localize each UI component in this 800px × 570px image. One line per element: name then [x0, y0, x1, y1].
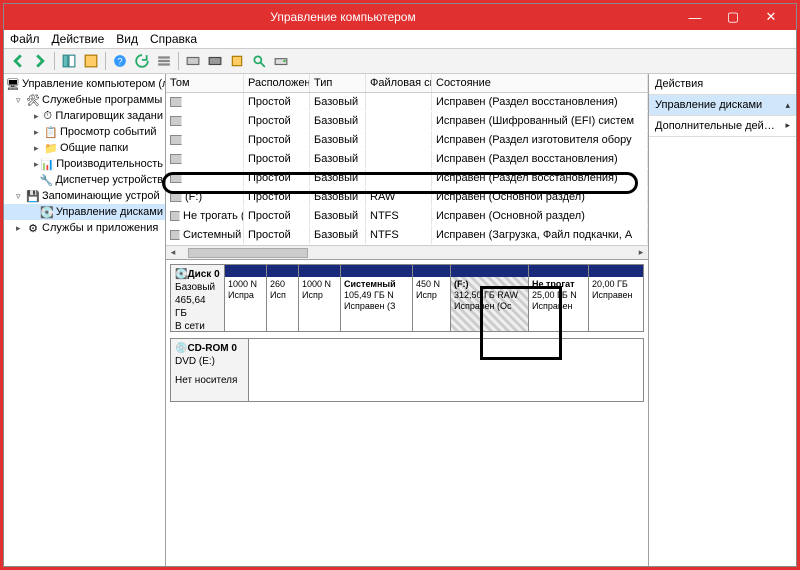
- volume-row[interactable]: (F:)ПростойБазовыйRAWИсправен (Основной …: [166, 188, 648, 207]
- tree-root[interactable]: 🖥Управление компьютером (л: [4, 76, 165, 92]
- volume-icon: [170, 116, 182, 126]
- cdrom-icon: 💿: [175, 343, 187, 354]
- close-button[interactable]: ✕: [752, 6, 790, 28]
- partition[interactable]: 20,00 ГБИсправен: [589, 265, 643, 331]
- main-panel: Том Расположение Тип Файловая система Со…: [166, 74, 648, 566]
- tree-services[interactable]: ▸⚙Службы и приложения: [4, 220, 165, 236]
- col-type[interactable]: Тип: [310, 74, 366, 92]
- device-icon: 🔧: [40, 173, 54, 187]
- tree-device-manager[interactable]: 🔧Диспетчер устройств: [4, 172, 165, 188]
- tree-storage[interactable]: ▿💾Запоминающие устрой: [4, 188, 165, 204]
- volume-row[interactable]: Не трогать (D:)ПростойБазовыйNTFSИсправе…: [166, 207, 648, 226]
- cdrom-row[interactable]: 💿CD-ROM 0 DVD (E:) Нет носителя: [170, 338, 644, 402]
- scroll-left-icon[interactable]: ◂: [166, 247, 180, 258]
- disk-0-header: 💽Диск 0 Базовый 465,64 ГБ В сети: [171, 265, 225, 331]
- volume-list: Том Расположение Тип Файловая система Со…: [166, 74, 648, 260]
- computer-icon: 🖥: [6, 77, 20, 91]
- volume-icon: [170, 154, 182, 164]
- partition[interactable]: Не трогат25,00 ГБ NИсправен: [529, 265, 589, 331]
- volume-icon: [170, 97, 182, 107]
- services-icon: ⚙: [26, 221, 40, 235]
- window-title: Управление компьютером: [10, 10, 676, 24]
- nav-tree: 🖥Управление компьютером (л ▿🛠Служебные п…: [4, 74, 166, 566]
- titlebar: Управление компьютером — ▢ ✕: [4, 4, 796, 30]
- menu-file[interactable]: Файл: [10, 32, 40, 46]
- partition[interactable]: 260Исп: [267, 265, 299, 331]
- clock-icon: ⏱: [42, 109, 53, 123]
- help-icon[interactable]: ?: [110, 51, 130, 71]
- maximize-button[interactable]: ▢: [714, 6, 752, 28]
- col-filesystem[interactable]: Файловая система: [366, 74, 432, 92]
- menu-help[interactable]: Справка: [150, 32, 197, 46]
- disk-0-partitions: 1000 NИспра260Исп1000 NИспрСистемный105,…: [225, 265, 643, 331]
- volume-row[interactable]: ПростойБазовыйИсправен (Раздел восстанов…: [166, 169, 648, 188]
- actions-selected[interactable]: Управление дисками ▴: [649, 95, 796, 116]
- partition[interactable]: 1000 NИспра: [225, 265, 267, 331]
- volume-header: Том Расположение Тип Файловая система Со…: [166, 74, 648, 93]
- diskmgmt-icon: 💽: [40, 205, 54, 219]
- col-state[interactable]: Состояние: [432, 74, 648, 92]
- disk-0-row[interactable]: 💽Диск 0 Базовый 465,64 ГБ В сети 1000 NИ…: [170, 264, 644, 332]
- list-icon[interactable]: [154, 51, 174, 71]
- cdrom-body: [249, 339, 643, 401]
- cdrom-header: 💿CD-ROM 0 DVD (E:) Нет носителя: [171, 339, 249, 401]
- app-window: Управление компьютером — ▢ ✕ Файл Действ…: [3, 3, 797, 567]
- menu-action[interactable]: Действие: [52, 32, 105, 46]
- chevron-up-icon: ▴: [785, 100, 790, 111]
- refresh-icon[interactable]: [132, 51, 152, 71]
- partition[interactable]: (F:)312,50 ГБ RAWИсправен (Ос: [451, 265, 529, 331]
- actions-panel: Действия Управление дисками ▴ Дополнител…: [648, 74, 796, 566]
- disk-graphical-view: 💽Диск 0 Базовый 465,64 ГБ В сети 1000 NИ…: [166, 260, 648, 566]
- tree-event-viewer[interactable]: ▸📋Просмотр событий: [4, 124, 165, 140]
- tree-shared-folders[interactable]: ▸📁Общие папки: [4, 140, 165, 156]
- back-icon[interactable]: [8, 51, 28, 71]
- volume-icon: [170, 192, 182, 202]
- volume-row[interactable]: Системный (C:)ПростойБазовыйNTFSИсправен…: [166, 226, 648, 245]
- tree-performance[interactable]: ▸📊Производительность: [4, 156, 165, 172]
- content-body: 🖥Управление компьютером (л ▿🛠Служебные п…: [4, 74, 796, 566]
- volume-icon: [170, 211, 180, 221]
- event-icon: 📋: [44, 125, 58, 139]
- drive-icon[interactable]: [271, 51, 291, 71]
- volume-row[interactable]: ПростойБазовыйИсправен (Раздел восстанов…: [166, 150, 648, 169]
- partition[interactable]: 450 NИспр: [413, 265, 451, 331]
- window-controls: — ▢ ✕: [676, 6, 790, 28]
- actions-more[interactable]: Дополнительные дей… ▸: [649, 116, 796, 137]
- volume-icon: [170, 173, 182, 183]
- disk-icon[interactable]: [183, 51, 203, 71]
- properties-icon[interactable]: [81, 51, 101, 71]
- volume-row[interactable]: ПростойБазовыйИсправен (Раздел восстанов…: [166, 93, 648, 112]
- tree-system-tools[interactable]: ▿🛠Служебные программы: [4, 92, 165, 108]
- scroll-thumb[interactable]: [188, 248, 308, 258]
- forward-icon[interactable]: [30, 51, 50, 71]
- tree-task-scheduler[interactable]: ▸⏱Плагировщик задани: [4, 108, 165, 124]
- scroll-right-icon[interactable]: ▸: [634, 247, 648, 258]
- volume-row[interactable]: ПростойБазовыйИсправен (Раздел изготовит…: [166, 131, 648, 150]
- partition[interactable]: Системный105,49 ГБ NИсправен (З: [341, 265, 413, 331]
- action-icon[interactable]: [227, 51, 247, 71]
- toolbar: ?: [4, 49, 796, 74]
- disk-icon: 💽: [175, 269, 187, 280]
- minimize-button[interactable]: —: [676, 6, 714, 28]
- col-layout[interactable]: Расположение: [244, 74, 310, 92]
- storage-icon: 💾: [26, 189, 40, 203]
- volume-icon: [170, 230, 180, 240]
- show-hide-tree-icon[interactable]: [59, 51, 79, 71]
- horizontal-scrollbar[interactable]: ◂ ▸: [166, 245, 648, 259]
- volume-icon: [170, 135, 182, 145]
- menu-view[interactable]: Вид: [116, 32, 138, 46]
- tools-icon: 🛠: [26, 93, 40, 107]
- volume-row[interactable]: ПростойБазовыйИсправен (Шифрованный (EFI…: [166, 112, 648, 131]
- chevron-right-icon: ▸: [785, 120, 790, 132]
- search-icon[interactable]: [249, 51, 269, 71]
- disk-settings-icon[interactable]: [205, 51, 225, 71]
- partition[interactable]: 1000 NИспр: [299, 265, 341, 331]
- actions-title: Действия: [649, 74, 796, 95]
- folder-icon: 📁: [44, 141, 58, 155]
- svg-text:?: ?: [117, 57, 122, 67]
- tree-disk-management[interactable]: 💽Управление дисками: [4, 204, 165, 220]
- col-volume[interactable]: Том: [166, 74, 244, 92]
- menubar: Файл Действие Вид Справка: [4, 30, 796, 49]
- perf-icon: 📊: [41, 157, 55, 171]
